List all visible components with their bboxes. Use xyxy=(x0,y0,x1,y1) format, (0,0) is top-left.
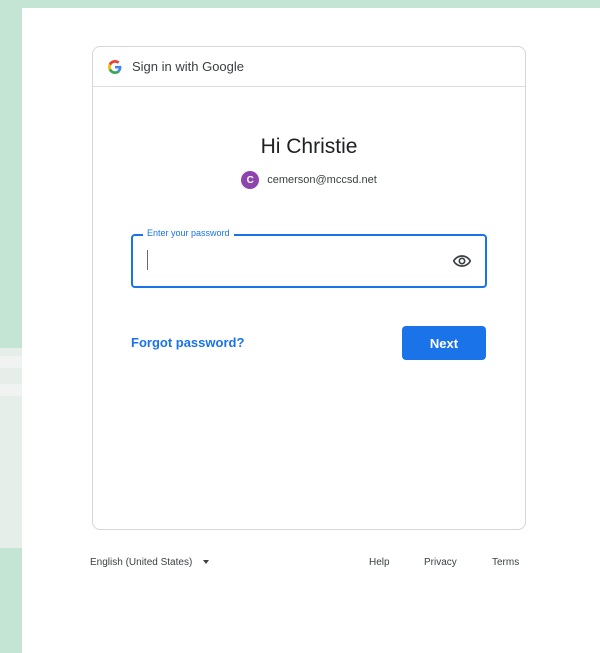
help-link[interactable]: Help xyxy=(369,557,390,568)
background-top-strip xyxy=(0,0,600,8)
password-field[interactable]: Enter your password xyxy=(131,228,487,288)
privacy-link[interactable]: Privacy xyxy=(424,557,457,568)
caret-down-icon xyxy=(203,560,210,565)
card-header: Sign in with Google xyxy=(93,47,525,87)
text-cursor xyxy=(147,250,148,270)
password-input[interactable] xyxy=(145,250,435,272)
background-stripe xyxy=(0,384,22,396)
sign-in-card: Sign in with Google Hi Christie C cemers… xyxy=(92,46,526,530)
header-title: Sign in with Google xyxy=(132,59,245,74)
next-button[interactable]: Next xyxy=(402,326,486,360)
page-surface: Sign in with Google Hi Christie C cemers… xyxy=(22,8,600,653)
eye-icon[interactable] xyxy=(451,251,473,271)
background-stripe xyxy=(0,356,22,368)
background-left-band xyxy=(0,348,22,548)
language-label: English (United States) xyxy=(90,557,193,568)
forgot-password-link[interactable]: Forgot password? xyxy=(131,335,244,350)
footer: English (United States) Help Privacy Ter… xyxy=(90,557,530,573)
avatar: C xyxy=(241,171,260,189)
account-chip[interactable]: C cemerson@mccsd.net xyxy=(93,171,525,189)
account-email: cemerson@mccsd.net xyxy=(267,174,377,186)
password-label: Enter your password xyxy=(143,228,234,238)
language-select[interactable]: English (United States) xyxy=(90,557,210,568)
google-g-icon xyxy=(108,59,122,74)
terms-link[interactable]: Terms xyxy=(492,557,519,568)
greeting-heading: Hi Christie xyxy=(260,135,358,158)
